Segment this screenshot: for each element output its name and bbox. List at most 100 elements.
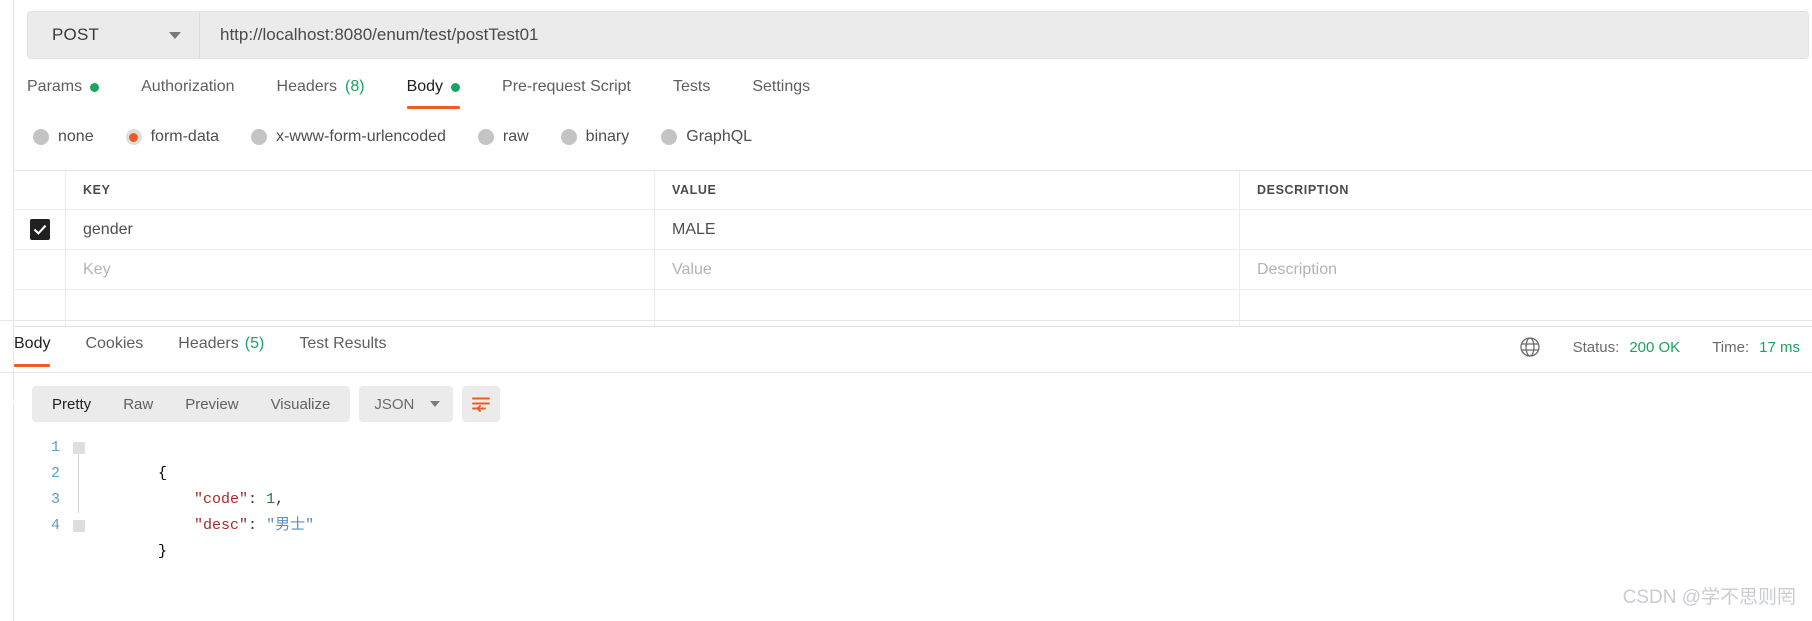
response-view-mode-group: Pretty Raw Preview Visualize (32, 386, 351, 422)
radio-circle-icon (560, 129, 577, 145)
status-value: 200 OK (1629, 338, 1681, 356)
row-value-input[interactable]: MALE (655, 210, 1240, 249)
view-mode-pretty-label: Pretty (52, 395, 92, 413)
tab-params-label: Params (27, 78, 83, 95)
view-mode-raw-label: Raw (123, 395, 154, 413)
http-method-select[interactable]: POST (28, 12, 200, 58)
radio-graphql-label: GraphQL (686, 128, 753, 145)
new-row-enable-cell (14, 250, 66, 289)
code-fold-column[interactable] (72, 435, 86, 621)
request-tabs: Params Authorization Headers (8) Body Pr… (27, 78, 852, 118)
tab-pre-request-script-label: Pre-request Script (502, 78, 631, 95)
response-format-label: JSON (374, 395, 415, 413)
table-new-row[interactable]: Key Value Description (14, 250, 1812, 290)
response-tab-headers[interactable]: Headers (5) (178, 335, 264, 367)
fold-marker-open-icon[interactable] (73, 442, 85, 454)
fold-marker-close-icon[interactable] (73, 520, 85, 532)
request-url-input[interactable]: http://localhost:8080/enum/test/postTest… (200, 12, 1808, 58)
response-body-viewer[interactable]: 1 2 3 4 { "code": 1, "desc": "男士" } (14, 435, 1812, 621)
radio-circle-icon (477, 129, 494, 145)
response-view-toolbar: Pretty Raw Preview Visualize JSON (32, 386, 501, 422)
code-token: "code" (194, 491, 249, 508)
status-label: Status: (1572, 338, 1620, 356)
response-tab-cookies[interactable]: Cookies (85, 335, 143, 367)
row-key-input[interactable]: gender (66, 210, 655, 249)
response-tabs: Body Cookies Headers (5) Test Results (14, 335, 421, 367)
form-data-table: KEY VALUE DESCRIPTION gender MALE Key Va… (14, 170, 1812, 327)
request-url-text: http://localhost:8080/enum/test/postTest… (220, 25, 539, 44)
view-mode-visualize-label: Visualize (270, 395, 331, 413)
column-header-key: KEY (83, 183, 111, 197)
table-header-checkbox-cell (14, 171, 66, 209)
tab-authorization[interactable]: Authorization (141, 78, 234, 109)
table-header-key-cell: KEY (66, 171, 655, 209)
code-token: { (158, 465, 168, 482)
word-wrap-button[interactable] (462, 386, 501, 422)
postman-request-response-pane: POST http://localhost:8080/enum/test/pos… (0, 0, 1812, 621)
request-response-splitter[interactable] (0, 320, 1812, 321)
radio-raw[interactable]: raw (477, 128, 529, 146)
word-wrap-icon (472, 397, 491, 412)
row-description-input[interactable] (1240, 210, 1812, 249)
line-number: 3 (50, 491, 60, 508)
tab-settings[interactable]: Settings (752, 78, 810, 109)
tab-pre-request-script[interactable]: Pre-request Script (502, 78, 631, 109)
radio-x-www-form-urlencoded[interactable]: x-www-form-urlencoded (251, 128, 446, 146)
chevron-down-icon (430, 401, 441, 407)
table-header-description-cell: DESCRIPTION (1240, 171, 1812, 209)
request-url-bar: POST http://localhost:8080/enum/test/pos… (27, 11, 1809, 59)
radio-binary[interactable]: binary (560, 128, 629, 146)
radio-form-data[interactable]: form-data (125, 128, 219, 146)
radio-none-label: none (58, 128, 94, 145)
code-token: : (248, 517, 267, 534)
view-mode-preview[interactable]: Preview (169, 386, 254, 422)
fold-guide-line (78, 454, 79, 513)
http-method-label: POST (52, 25, 100, 44)
line-number: 2 (50, 465, 60, 482)
time-value: 17 ms (1759, 338, 1800, 356)
response-tab-cookies-label: Cookies (85, 335, 144, 352)
view-mode-visualize[interactable]: Visualize (255, 386, 347, 422)
tab-tests[interactable]: Tests (673, 78, 710, 109)
column-header-value: VALUE (672, 183, 717, 197)
active-tab-underline (406, 106, 461, 109)
modified-dot-icon (451, 82, 461, 92)
row-enable-cell (14, 210, 66, 249)
radio-circle-icon (33, 129, 49, 145)
tab-body[interactable]: Body (406, 78, 461, 109)
view-mode-raw[interactable]: Raw (107, 386, 169, 422)
radio-graphql[interactable]: GraphQL (661, 128, 752, 146)
tab-headers-count: (8) (345, 78, 365, 95)
globe-icon[interactable] (1519, 336, 1541, 358)
response-tab-test-results[interactable]: Test Results (299, 335, 386, 367)
response-tab-body[interactable]: Body (14, 335, 51, 367)
new-row-description-input[interactable]: Description (1240, 250, 1812, 289)
table-row[interactable]: gender MALE (14, 210, 1812, 250)
time-label: Time: (1712, 338, 1750, 356)
tab-body-label: Body (406, 78, 444, 95)
table-header-row: KEY VALUE DESCRIPTION (14, 171, 1812, 210)
radio-x-www-form-urlencoded-label: x-www-form-urlencoded (276, 128, 446, 145)
new-row-key-input[interactable]: Key (66, 250, 655, 289)
tab-params[interactable]: Params (27, 78, 100, 109)
code-line-2: "code": 1, (86, 461, 1812, 508)
line-number: 1 (50, 439, 60, 456)
row-enabled-checkbox[interactable] (29, 219, 50, 240)
tab-headers[interactable]: Headers (8) (277, 78, 365, 109)
code-line-3: "desc": "男士" (86, 487, 1812, 534)
radio-none[interactable]: none (33, 128, 94, 146)
code-token: : (248, 491, 267, 508)
response-format-select[interactable]: JSON (359, 386, 454, 422)
new-row-key-placeholder: Key (83, 260, 111, 278)
table-header-value-cell: VALUE (655, 171, 1240, 209)
active-tab-underline (14, 364, 51, 367)
code-token: "desc" (194, 517, 249, 534)
response-tab-body-label: Body (14, 335, 51, 352)
code-token: } (158, 543, 168, 560)
checkmark-icon (33, 224, 46, 235)
tab-authorization-label: Authorization (141, 78, 235, 95)
watermark-text: CSDN @学不思则罔 (1622, 587, 1796, 608)
view-mode-pretty[interactable]: Pretty (36, 386, 107, 422)
new-row-value-input[interactable]: Value (655, 250, 1240, 289)
